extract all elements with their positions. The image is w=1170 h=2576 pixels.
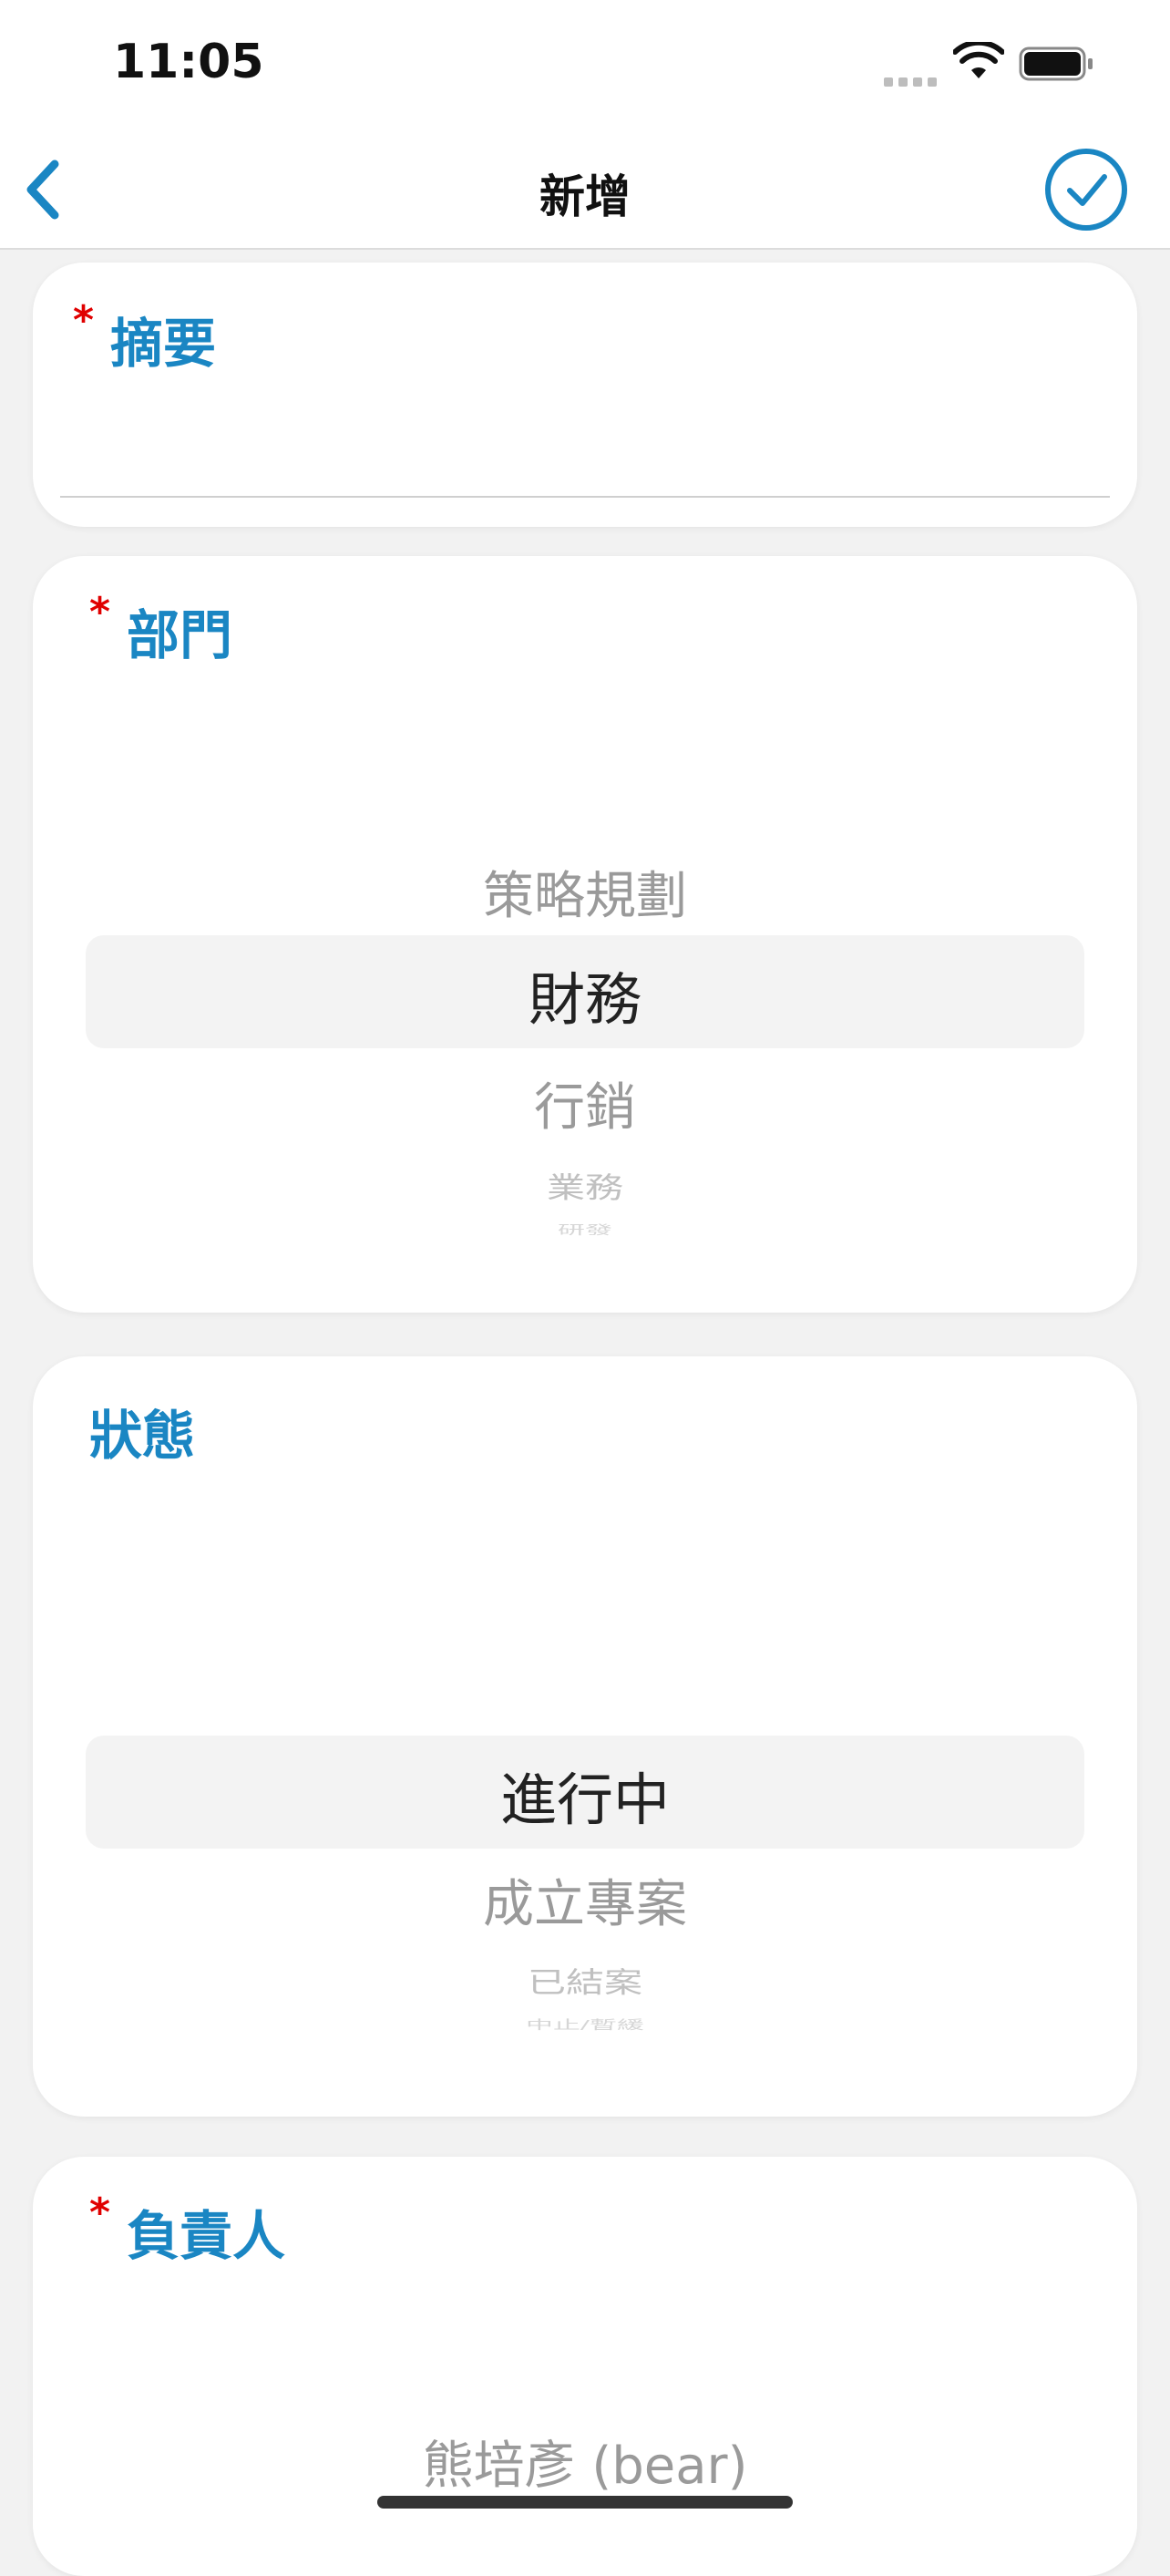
summary-label: * 摘要 [73, 297, 217, 376]
picker-option[interactable]: 行銷 [33, 1066, 1137, 1140]
summary-input[interactable] [60, 399, 1110, 494]
owner-label: * 負責人 [89, 2190, 286, 2268]
status-time: 11:05 [113, 35, 264, 89]
cellular-signal-icon [884, 73, 942, 90]
owner-picker[interactable]: 熊培彥 (bear) [33, 2385, 1137, 2576]
picker-selected-option[interactable]: 進行中 [33, 1754, 1137, 1836]
picker-option[interactable]: 業務 [33, 1165, 1137, 1207]
check-circle-icon[interactable] [1042, 146, 1130, 233]
picker-option[interactable]: 研發 [33, 1220, 1137, 1238]
wifi-icon [953, 42, 1004, 78]
summary-underline [60, 496, 1110, 498]
owner-card: * 負責人 熊培彥 (bear) [33, 2157, 1137, 2576]
picker-option[interactable]: 策略規劃 [33, 855, 1137, 929]
status-label: 狀態 [89, 1405, 196, 1467]
status-card: 狀態 進行中 成立專案 已結案 中止/暫緩 [33, 1356, 1137, 2117]
top-bar: 11:05 新增 [0, 0, 1170, 250]
picker-option[interactable]: 成立專案 [33, 1863, 1137, 1937]
picker-option[interactable]: 中止/暫緩 [33, 2014, 1137, 2033]
summary-card: * 摘要 [33, 263, 1137, 527]
department-label: * 部門 [89, 589, 233, 667]
page-title: 新增 [539, 170, 631, 223]
required-mark: * [73, 297, 95, 344]
department-picker[interactable]: 策略規劃 財務 行銷 業務 研發 [33, 784, 1137, 1276]
department-card: * 部門 策略規劃 財務 行銷 業務 研發 [33, 556, 1137, 1313]
battery-icon [1019, 46, 1093, 81]
picker-option[interactable]: 已結案 [33, 1960, 1137, 2002]
picker-option[interactable]: 熊培彥 (bear) [33, 2425, 1137, 2499]
home-indicator [377, 2496, 793, 2509]
picker-selected-option[interactable]: 財務 [33, 953, 1137, 1036]
required-mark: * [89, 589, 111, 635]
required-mark: * [89, 2190, 111, 2236]
status-picker[interactable]: 進行中 成立專案 已結案 中止/暫緩 [33, 1584, 1137, 2076]
